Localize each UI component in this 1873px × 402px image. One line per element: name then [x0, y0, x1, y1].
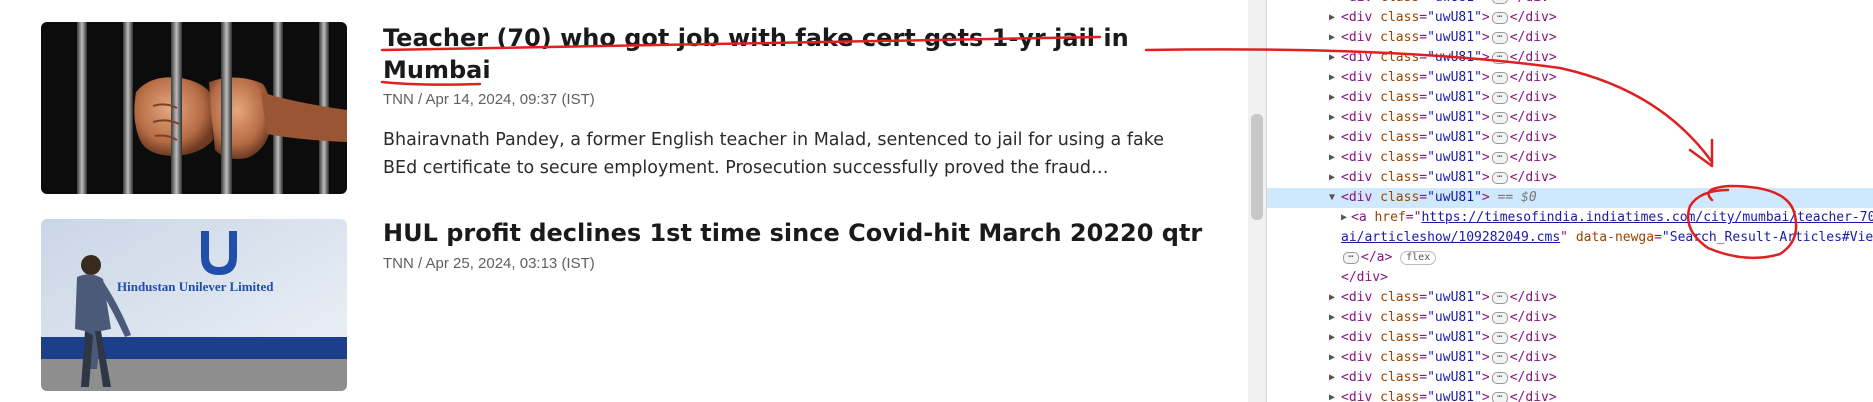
expand-triangle-icon[interactable]: ▶: [1329, 108, 1335, 128]
dom-node-text: <div class="uwU81">⋯</div>: [1341, 310, 1557, 325]
anchor-close-text: ⋯ </a> flex: [1341, 248, 1437, 268]
page-scrollbar[interactable]: [1248, 0, 1266, 402]
ellipsis-badge[interactable]: ⋯: [1491, 31, 1508, 44]
ellipsis-badge[interactable]: ⋯: [1491, 171, 1508, 184]
dom-node-text: <div class="uwU81">⋯</div>: [1341, 70, 1557, 85]
dom-node-text: <div class="uwU81">⋯</div>: [1341, 90, 1557, 105]
dom-node-text: <div class="uwU81">⋯</div>: [1341, 350, 1557, 365]
article-snippet: Bhairavnath Pandey, a former English tea…: [383, 130, 1165, 178]
anchor-node-row[interactable]: ▶ <a href="https://timesofindia.indiatime…: [1267, 208, 1873, 228]
collapse-triangle-icon[interactable]: ▼: [1329, 188, 1335, 208]
dom-node-row[interactable]: ▶ <div class="uwU81">⋯</div>: [1267, 0, 1873, 8]
ellipsis-badge[interactable]: ⋯: [1343, 251, 1359, 264]
expand-triangle-icon[interactable]: ▶: [1341, 208, 1347, 228]
href-link[interactable]: ai/articleshow/109282049.cms: [1341, 230, 1560, 245]
dom-node-row[interactable]: ▶ <div class="uwU81">⋯</div>: [1267, 288, 1873, 308]
article-meta: TNN / Apr 25, 2024, 03:13 (IST): [383, 255, 595, 272]
dom-node-row[interactable]: ▶ <div class="uwU81">⋯</div>: [1267, 68, 1873, 88]
dom-node-row[interactable]: ▶ <div class="uwU81">⋯</div>: [1267, 8, 1873, 28]
dom-node-row[interactable]: ▶ <div class="uwU81">⋯</div>: [1267, 348, 1873, 368]
dom-node-text: <div class="uwU81">⋯</div>: [1341, 50, 1557, 65]
expand-triangle-icon[interactable]: ▶: [1329, 368, 1335, 388]
expand-triangle-icon[interactable]: ▶: [1329, 388, 1335, 402]
ellipsis-badge[interactable]: ⋯: [1491, 131, 1508, 144]
expand-triangle-icon[interactable]: ▶: [1329, 308, 1335, 328]
ellipsis-badge[interactable]: ⋯: [1491, 91, 1508, 104]
anchor-node-row-continued: ai/articleshow/109282049.cms" data-newga…: [1267, 228, 1873, 248]
jail-bars-thumbnail[interactable]: [41, 22, 347, 194]
ellipsis-badge[interactable]: ⋯: [1491, 291, 1508, 304]
devtools-elements-panel: ▶ <div class="uwU81"> ⋯ </div> ▶ <div clas…: [1267, 0, 1873, 402]
expand-triangle-icon[interactable]: ▶: [1329, 128, 1335, 148]
dom-node-text: <div class="uwU81">⋯</div>: [1341, 0, 1557, 8]
ellipsis-badge[interactable]: ⋯: [1491, 151, 1508, 164]
dom-node-text: <div class="uwU81"> == $0: [1341, 190, 1537, 205]
dom-node-text: <div class="uwU81">⋯</div>: [1341, 170, 1557, 185]
ellipsis-badge[interactable]: ⋯: [1491, 331, 1508, 344]
expand-triangle-icon[interactable]: ▶: [1329, 68, 1335, 88]
anchor-node-text: ai/articleshow/109282049.cms" data-newga…: [1341, 230, 1873, 245]
dom-node-text: <div class="uwU81">⋯</div>: [1341, 10, 1557, 25]
ellipsis-badge[interactable]: ⋯: [1491, 391, 1508, 402]
expand-triangle-icon[interactable]: ▶: [1329, 48, 1335, 68]
dom-node-row[interactable]: ▶ <div class="uwU81">⋯</div>: [1267, 388, 1873, 402]
ellipsis-badge[interactable]: ⋯: [1491, 0, 1508, 4]
expand-triangle-icon[interactable]: ▶: [1329, 0, 1335, 8]
href-link[interactable]: https://timesofindia.indiatimes.com/city…: [1421, 210, 1873, 225]
expand-triangle-icon[interactable]: ▶: [1329, 148, 1335, 168]
dom-node-row[interactable]: ▶ <div class="uwU81">⋯</div>: [1267, 108, 1873, 128]
selected-marker: == $0: [1497, 190, 1537, 205]
expand-triangle-icon[interactable]: ▶: [1329, 88, 1335, 108]
dom-node-text: <div class="uwU81">⋯</div>: [1341, 290, 1557, 305]
anchor-node-text: <a href="https://timesofindia.indiatimes…: [1351, 208, 1873, 228]
ellipsis-badge[interactable]: ⋯: [1491, 351, 1508, 364]
dom-node-text: <div class="uwU81">⋯</div>: [1341, 30, 1557, 45]
dom-node-text: <div class="uwU81">⋯</div>: [1341, 130, 1557, 145]
ellipsis-badge[interactable]: ⋯: [1491, 371, 1508, 384]
dom-node-text: <div class="uwU81">⋯</div>: [1341, 110, 1557, 125]
dom-node-row[interactable]: ▶ <div class="uwU81">⋯</div>: [1267, 308, 1873, 328]
search-results-pane: Teacher (70) who got job with fake cert …: [0, 0, 1248, 402]
ellipsis-badge[interactable]: ⋯: [1491, 51, 1508, 64]
expand-triangle-icon[interactable]: ▶: [1329, 348, 1335, 368]
article-title-link[interactable]: HUL profit declines 1st time since Covid…: [383, 217, 1223, 249]
scrollbar-thumb[interactable]: [1251, 114, 1263, 220]
dom-node-text: <div class="uwU81">⋯</div>: [1341, 330, 1557, 345]
dom-node-row[interactable]: ▶ <div class="uwU81">⋯</div>: [1267, 88, 1873, 108]
dom-node-row[interactable]: ▶ <div class="uwU81">⋯</div>: [1267, 28, 1873, 48]
div-close-row: </div>: [1267, 268, 1873, 288]
dom-node-row[interactable]: ▶ <div class="uwU81">⋯</div>: [1267, 328, 1873, 348]
div-close-text: </div>: [1341, 270, 1388, 285]
dom-node-row[interactable]: ▶ <div class="uwU81">⋯</div>: [1267, 48, 1873, 68]
dom-node-row[interactable]: ▶ <div class="uwU81">⋯</div>: [1267, 128, 1873, 148]
flex-badge[interactable]: flex: [1400, 250, 1437, 265]
ellipsis-badge[interactable]: ⋯: [1491, 71, 1508, 84]
article-meta: TNN / Apr 14, 2024, 09:37 (IST): [383, 91, 595, 108]
ellipsis-badge[interactable]: ⋯: [1491, 311, 1508, 324]
article-card: Teacher (70) who got job with fake cert …: [41, 22, 1221, 202]
expand-triangle-icon[interactable]: ▶: [1329, 8, 1335, 28]
expand-triangle-icon[interactable]: ▶: [1329, 288, 1335, 308]
dom-node-text: <div class="uwU81">⋯</div>: [1341, 150, 1557, 165]
dom-node-text: <div class="uwU81">⋯</div>: [1341, 390, 1557, 402]
hul-logo-text: Hindustan Unilever Limited: [117, 279, 274, 294]
expand-triangle-icon[interactable]: ▶: [1329, 28, 1335, 48]
dom-node-row[interactable]: ▶ <div class="uwU81">⋯</div>: [1267, 168, 1873, 188]
ellipsis-badge[interactable]: ⋯: [1491, 111, 1508, 124]
selected-dom-node-row[interactable]: ▼ <div class="uwU81"> == $0: [1267, 188, 1873, 208]
article-title-link[interactable]: Teacher (70) who got job with fake cert …: [383, 22, 1223, 86]
dom-node-text: <div class="uwU81">⋯</div>: [1341, 370, 1557, 385]
anchor-close-row: ⋯ </a> flex: [1267, 248, 1873, 268]
expand-triangle-icon[interactable]: ▶: [1329, 328, 1335, 348]
dom-node-row[interactable]: ▶ <div class="uwU81">⋯</div>: [1267, 148, 1873, 168]
expand-triangle-icon[interactable]: ▶: [1329, 168, 1335, 188]
hul-office-thumbnail[interactable]: Hindustan Unilever Limited: [41, 219, 347, 391]
ellipsis-badge[interactable]: ⋯: [1491, 11, 1508, 24]
article-card: Hindustan Unilever Limited HUL profit de…: [41, 219, 1221, 399]
dom-node-row[interactable]: ▶ <div class="uwU81">⋯</div>: [1267, 368, 1873, 388]
